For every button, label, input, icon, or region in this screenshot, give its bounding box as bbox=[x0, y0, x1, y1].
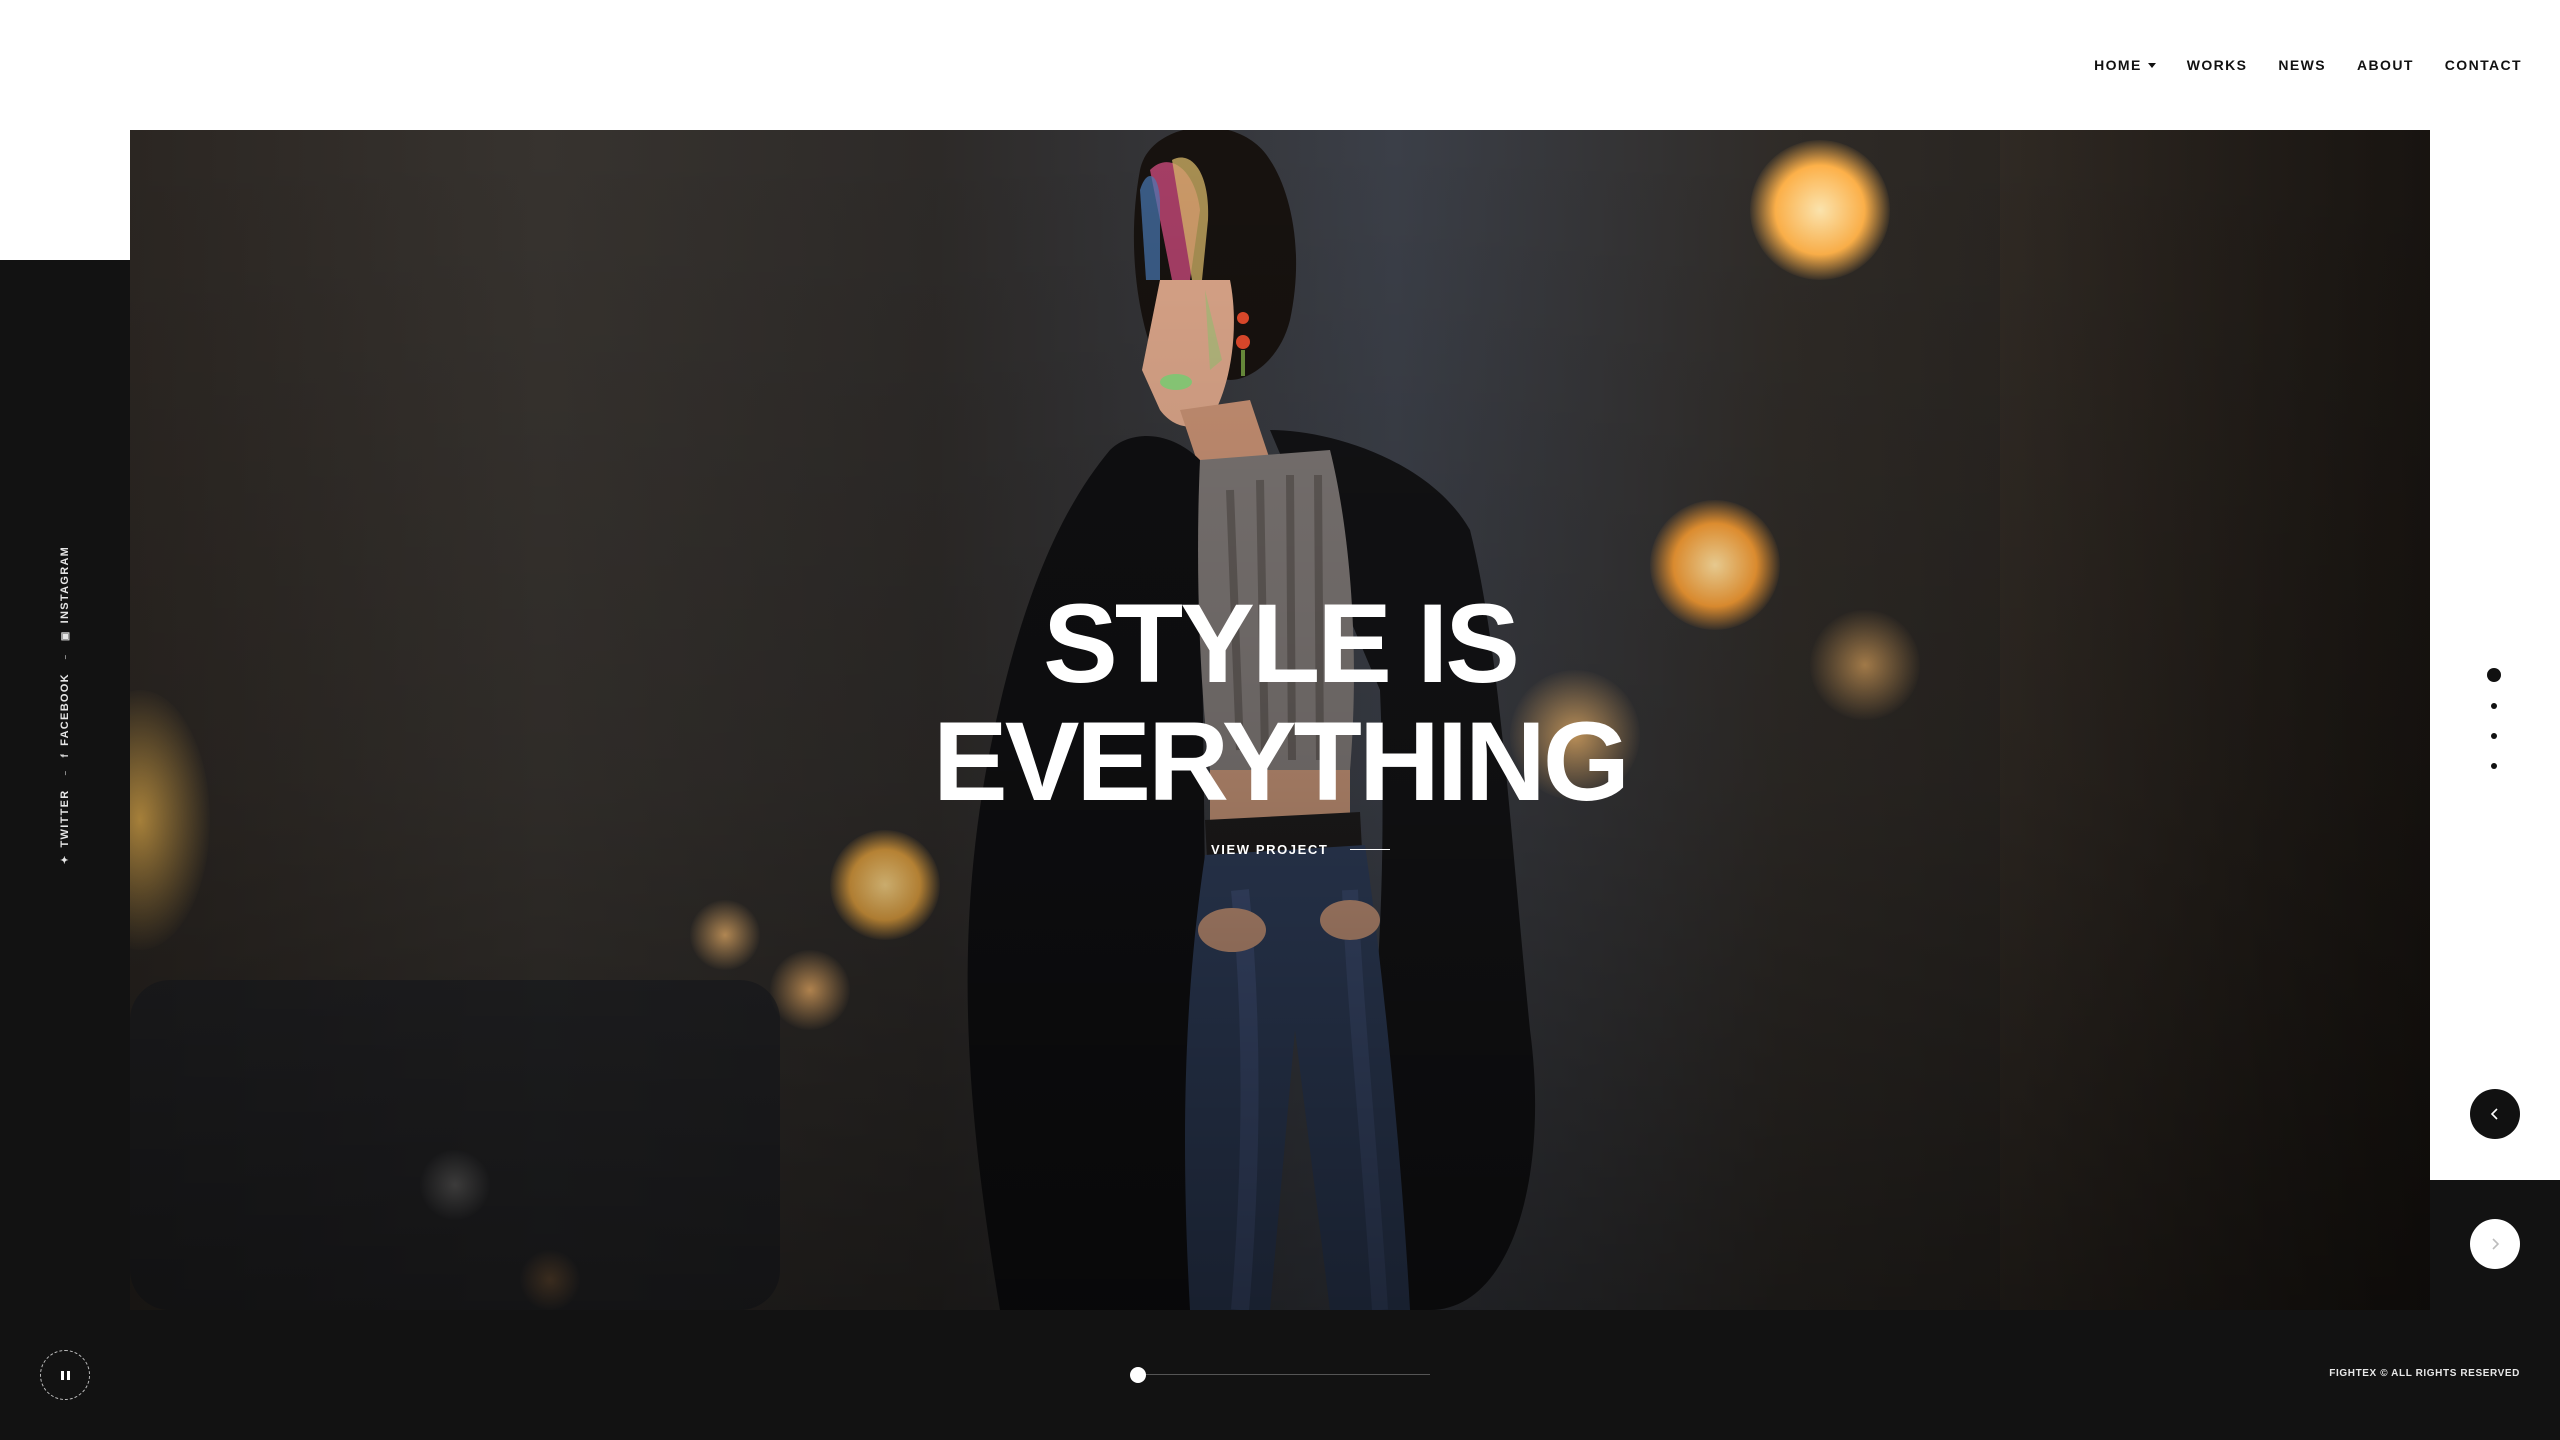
view-project-link[interactable]: VIEW PROJECT bbox=[1211, 842, 1391, 857]
separator bbox=[64, 655, 66, 660]
view-project-label: VIEW PROJECT bbox=[1211, 842, 1329, 857]
nav-item-label: WORKS bbox=[2186, 57, 2248, 73]
nav-item-about[interactable]: ABOUT bbox=[2357, 57, 2414, 73]
nav-item-contact[interactable]: CONTACT bbox=[2445, 57, 2522, 73]
slide-dot-2[interactable] bbox=[2491, 703, 2497, 709]
social-link-label: INSTAGRAM bbox=[59, 545, 71, 624]
nav-item-label: NEWS bbox=[2278, 57, 2327, 73]
main-nav: HOME WORKS NEWS ABOUT CONTACT bbox=[2094, 57, 2522, 73]
nav-item-home[interactable]: HOME bbox=[2094, 57, 2156, 73]
page: HOME WORKS NEWS ABOUT CONTACT STYLE IS E… bbox=[0, 0, 2560, 1440]
social-link-twitter[interactable]: ✦ TWITTER bbox=[59, 789, 71, 864]
social-link-label: TWITTER bbox=[59, 789, 71, 848]
chevron-right-icon bbox=[2492, 1238, 2500, 1250]
arrow-line-icon bbox=[1350, 849, 1391, 850]
instagram-icon: ▣ bbox=[59, 630, 71, 642]
social-link-instagram[interactable]: ▣ INSTAGRAM bbox=[59, 546, 71, 641]
progress-track bbox=[1138, 1374, 1430, 1375]
nav-item-news[interactable]: NEWS bbox=[2278, 57, 2326, 73]
nav-item-label: ABOUT bbox=[2357, 57, 2414, 73]
caret-down-icon bbox=[2147, 62, 2156, 68]
hero-title-line-1: STYLE IS bbox=[1043, 581, 1520, 706]
slide-dot-3[interactable] bbox=[2491, 733, 2497, 739]
hero-title-line-2: EVERYTHING bbox=[933, 699, 1630, 824]
facebook-icon: f bbox=[59, 752, 71, 758]
hero-title: STYLE IS EVERYTHING bbox=[130, 585, 2430, 821]
separator bbox=[64, 771, 66, 776]
progress-handle[interactable] bbox=[1130, 1367, 1146, 1383]
twitter-icon: ✦ bbox=[59, 854, 71, 865]
nav-item-works[interactable]: WORKS bbox=[2187, 57, 2248, 73]
slide-dot-1[interactable] bbox=[2487, 668, 2501, 682]
nav-item-label: CONTACT bbox=[2444, 57, 2522, 73]
pause-button[interactable] bbox=[40, 1350, 90, 1400]
pause-icon bbox=[60, 1370, 70, 1380]
prev-slide-button[interactable] bbox=[2470, 1089, 2520, 1139]
social-link-facebook[interactable]: f FACEBOOK bbox=[59, 673, 71, 757]
hero-slide: STYLE IS EVERYTHING VIEW PROJECT bbox=[130, 130, 2430, 1310]
social-link-label: FACEBOOK bbox=[59, 673, 71, 746]
chevron-left-icon bbox=[2490, 1108, 2498, 1120]
slide-dot-4[interactable] bbox=[2491, 763, 2497, 769]
next-slide-button[interactable] bbox=[2470, 1219, 2520, 1269]
nav-item-label: HOME bbox=[2094, 57, 2142, 73]
copyright-text: FIGHTEX © ALL RIGHTS RESERVED bbox=[2329, 1368, 2520, 1379]
slider-progress bbox=[1130, 1367, 1430, 1383]
